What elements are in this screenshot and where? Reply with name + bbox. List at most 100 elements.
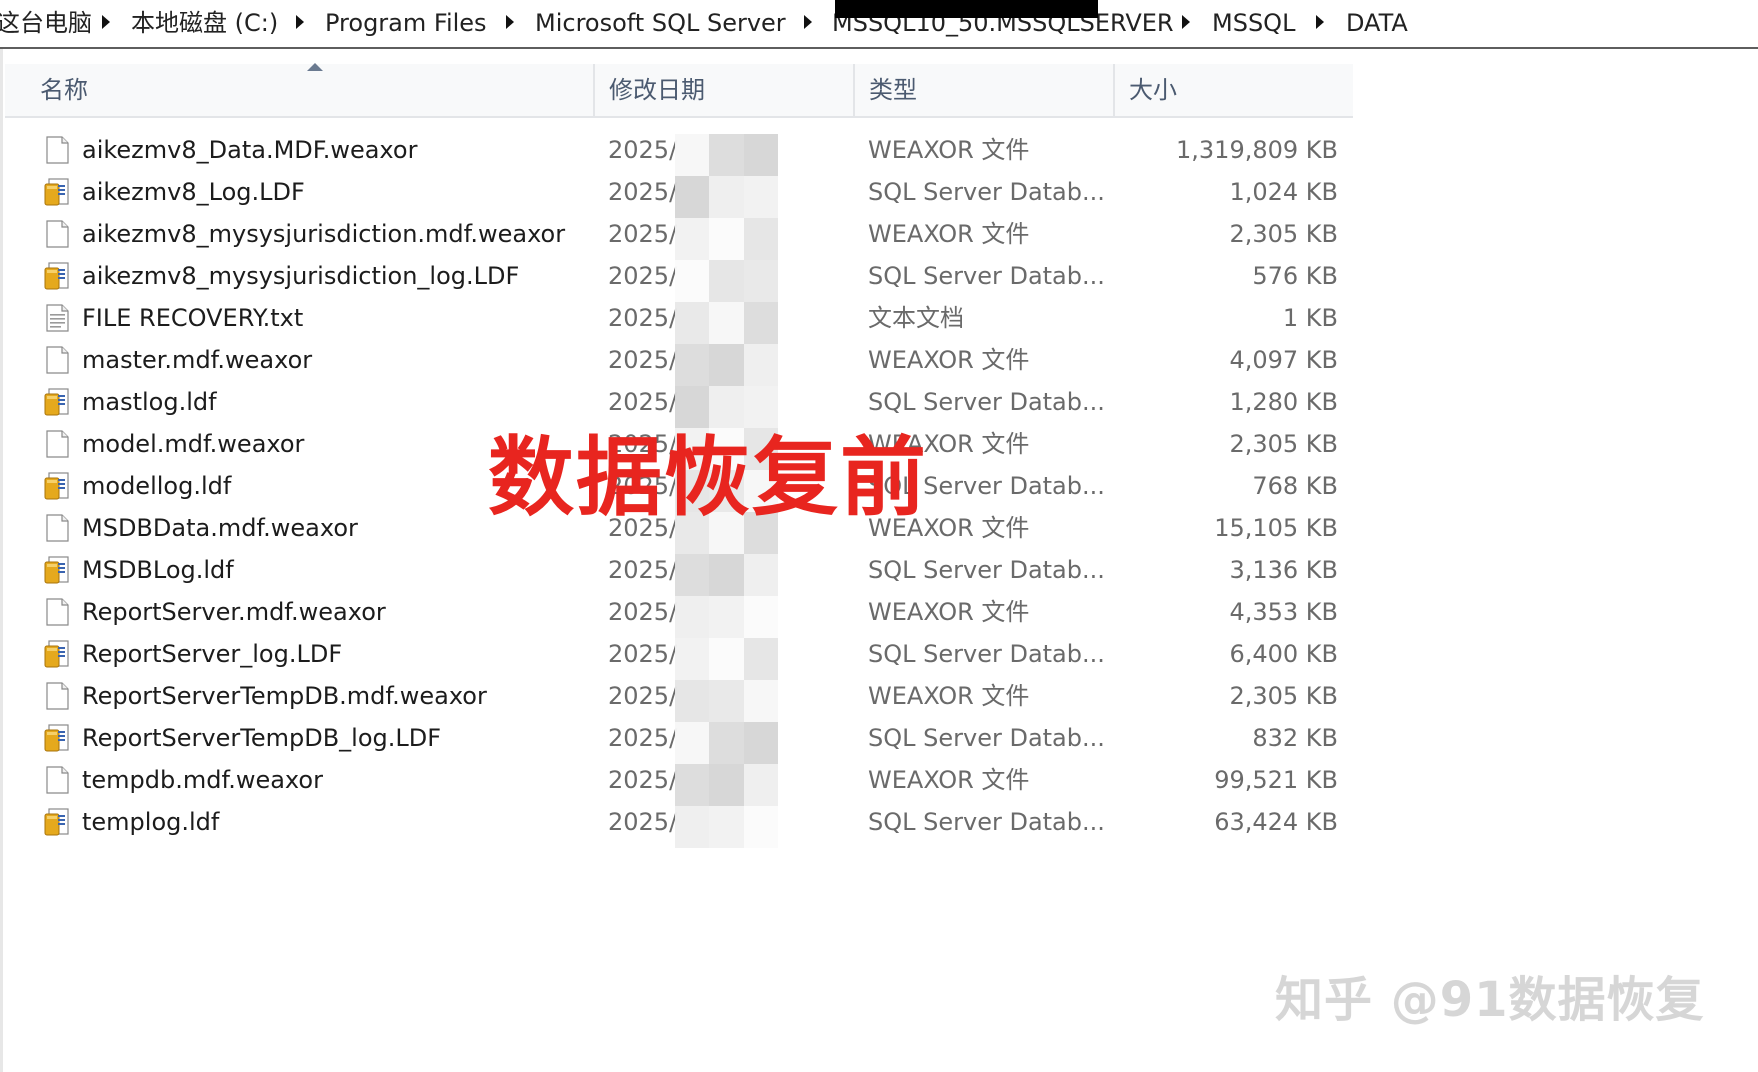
file-size: 15,105 KB <box>1214 514 1338 542</box>
mosaic-tile <box>709 638 744 680</box>
column-header-size-label: 大小 <box>1129 76 1177 104</box>
file-name: FILE RECOVERY.txt <box>82 304 304 332</box>
sql-database-file-icon <box>43 807 71 837</box>
column-header-size[interactable]: 大小 <box>1115 64 1353 116</box>
mosaic-tile <box>709 806 744 848</box>
sql-database-file-icon <box>43 723 71 753</box>
file-date: 2025/ <box>608 724 678 752</box>
breadcrumb-item-mssql[interactable]: MSSQL <box>1212 8 1295 38</box>
sql-database-file-icon <box>43 471 71 501</box>
mosaic-tile <box>709 344 744 386</box>
file-size: 63,424 KB <box>1214 808 1338 836</box>
mosaic-tile <box>675 218 710 260</box>
mosaic-tile <box>709 764 744 806</box>
column-header-type[interactable]: 类型 <box>855 64 1115 116</box>
file-date: 2025/ <box>608 766 678 794</box>
file-date: 2025/ <box>608 262 678 290</box>
breadcrumb-item-local-disk[interactable]: 本地磁盘 (C:) <box>131 8 278 38</box>
chevron-right-icon[interactable] <box>296 15 304 29</box>
file-name: aikezmv8_mysysjurisdiction.mdf.weaxor <box>82 220 566 248</box>
mosaic-tile <box>709 176 744 218</box>
breadcrumb-item-this-pc[interactable]: 这台电脑 <box>0 8 92 38</box>
column-header-date-label: 修改日期 <box>609 76 705 104</box>
breadcrumb-item-microsoft-sql-server[interactable]: Microsoft SQL Server <box>535 8 786 38</box>
file-size: 6,400 KB <box>1229 640 1338 668</box>
chevron-right-icon[interactable] <box>506 15 514 29</box>
mosaic-tile <box>709 596 744 638</box>
mosaic-tile <box>743 302 778 344</box>
mosaic-tile <box>743 134 778 176</box>
file-type: SQL Server Datab... <box>868 262 1105 290</box>
mosaic-tile <box>743 386 778 428</box>
file-name: modellog.ldf <box>82 472 232 500</box>
blank-file-icon <box>43 219 71 249</box>
file-size: 1,024 KB <box>1229 178 1338 206</box>
mosaic-tile <box>675 638 710 680</box>
file-type: SQL Server Datab... <box>868 724 1105 752</box>
mosaic-tile <box>743 680 778 722</box>
file-date: 2025/ <box>608 682 678 710</box>
column-header-date[interactable]: 修改日期 <box>595 64 855 116</box>
chevron-right-icon[interactable] <box>102 15 110 29</box>
file-type: SQL Server Datab... <box>868 640 1105 668</box>
file-date: 2025/ <box>608 556 678 584</box>
breadcrumb: 这台电脑 本地磁盘 (C:) Program Files Microsoft S… <box>0 0 1758 49</box>
chevron-right-icon[interactable] <box>804 15 812 29</box>
blank-file-icon <box>43 345 71 375</box>
mosaic-tile <box>675 386 710 428</box>
blank-file-icon <box>43 765 71 795</box>
mosaic-tile <box>709 722 744 764</box>
navigation-pane-edge <box>0 49 3 1072</box>
file-size: 2,305 KB <box>1229 430 1338 458</box>
file-name: MSDBData.mdf.weaxor <box>82 514 358 542</box>
breadcrumb-item-data[interactable]: DATA <box>1346 8 1408 38</box>
mosaic-tile <box>743 218 778 260</box>
mosaic-tile <box>675 764 710 806</box>
mosaic-tile <box>675 344 710 386</box>
redaction-bar <box>835 0 1098 18</box>
file-name: aikezmv8_Log.LDF <box>82 178 305 206</box>
mosaic-tile <box>709 302 744 344</box>
file-size: 2,305 KB <box>1229 220 1338 248</box>
mosaic-tile <box>743 764 778 806</box>
file-type: 文本文档 <box>868 304 964 332</box>
column-header-type-label: 类型 <box>869 76 917 104</box>
breadcrumb-item-program-files[interactable]: Program Files <box>325 8 487 38</box>
chevron-right-icon[interactable] <box>1316 15 1324 29</box>
file-name: ReportServer.mdf.weaxor <box>82 598 386 626</box>
mosaic-tile <box>675 554 710 596</box>
sort-ascending-icon <box>307 63 323 71</box>
file-date: 2025/ <box>608 598 678 626</box>
file-name: aikezmv8_mysysjurisdiction_log.LDF <box>82 262 520 290</box>
file-size: 832 KB <box>1252 724 1338 752</box>
file-date: 2025/ <box>608 640 678 668</box>
file-size: 576 KB <box>1252 262 1338 290</box>
file-name: ReportServer_log.LDF <box>82 640 343 668</box>
mosaic-tile <box>675 176 710 218</box>
file-name: MSDBLog.ldf <box>82 556 234 584</box>
mosaic-tile <box>675 302 710 344</box>
file-size: 3,136 KB <box>1229 556 1338 584</box>
mosaic-tile <box>709 680 744 722</box>
file-name: tempdb.mdf.weaxor <box>82 766 323 794</box>
file-size: 2,305 KB <box>1229 682 1338 710</box>
file-type: WEAXOR 文件 <box>868 766 1030 794</box>
file-type: WEAXOR 文件 <box>868 598 1030 626</box>
mosaic-tile <box>743 260 778 302</box>
file-type: SQL Server Datab... <box>868 808 1105 836</box>
file-name: ReportServerTempDB.mdf.weaxor <box>82 682 487 710</box>
column-header-name[interactable]: 名称 <box>5 63 595 116</box>
mosaic-tile <box>675 806 710 848</box>
sql-database-file-icon <box>43 639 71 669</box>
mosaic-tile <box>709 260 744 302</box>
mosaic-tile <box>675 134 710 176</box>
mosaic-tile <box>675 680 710 722</box>
mosaic-tile <box>743 638 778 680</box>
blank-file-icon <box>43 513 71 543</box>
file-name: model.mdf.weaxor <box>82 430 305 458</box>
mosaic-tile <box>743 554 778 596</box>
blank-file-icon <box>43 597 71 627</box>
mosaic-tile <box>709 554 744 596</box>
mosaic-tile <box>709 218 744 260</box>
chevron-right-icon[interactable] <box>1182 15 1190 29</box>
